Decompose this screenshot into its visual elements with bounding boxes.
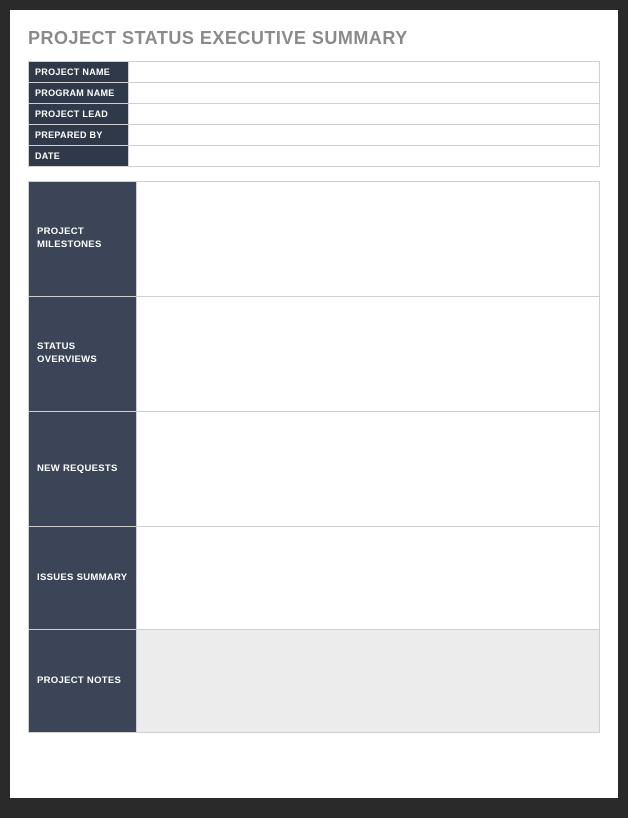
section-value-status-overviews[interactable]	[137, 297, 600, 412]
info-label: PROGRAM NAME	[29, 83, 129, 104]
section-label: NEW REQUESTS	[29, 412, 137, 527]
info-row-project-lead: PROJECT LEAD	[29, 104, 600, 125]
info-value-date[interactable]	[129, 146, 600, 167]
info-label: PROJECT LEAD	[29, 104, 129, 125]
info-row-prepared-by: PREPARED BY	[29, 125, 600, 146]
info-label: DATE	[29, 146, 129, 167]
section-label: PROJECT NOTES	[29, 630, 137, 733]
info-value-prepared-by[interactable]	[129, 125, 600, 146]
section-value-milestones[interactable]	[137, 182, 600, 297]
info-row-date: DATE	[29, 146, 600, 167]
section-value-new-requests[interactable]	[137, 412, 600, 527]
project-info-table: PROJECT NAME PROGRAM NAME PROJECT LEAD P…	[28, 61, 600, 167]
info-value-program-name[interactable]	[129, 83, 600, 104]
document-page: PROJECT STATUS EXECUTIVE SUMMARY PROJECT…	[10, 10, 618, 798]
page-title: PROJECT STATUS EXECUTIVE SUMMARY	[28, 28, 600, 49]
info-value-project-lead[interactable]	[129, 104, 600, 125]
info-row-program-name: PROGRAM NAME	[29, 83, 600, 104]
info-row-project-name: PROJECT NAME	[29, 62, 600, 83]
section-value-project-notes[interactable]	[137, 630, 600, 733]
section-label: PROJECTMILESTONES	[29, 182, 137, 297]
section-row-new-requests: NEW REQUESTS	[29, 412, 600, 527]
info-value-project-name[interactable]	[129, 62, 600, 83]
section-row-project-notes: PROJECT NOTES	[29, 630, 600, 733]
section-row-status-overviews: STATUSOVERVIEWS	[29, 297, 600, 412]
info-label: PROJECT NAME	[29, 62, 129, 83]
sections-table: PROJECTMILESTONES STATUSOVERVIEWS NEW RE…	[28, 181, 600, 733]
section-row-issues-summary: ISSUES SUMMARY	[29, 527, 600, 630]
section-value-issues-summary[interactable]	[137, 527, 600, 630]
section-label: STATUSOVERVIEWS	[29, 297, 137, 412]
section-label: ISSUES SUMMARY	[29, 527, 137, 630]
section-row-milestones: PROJECTMILESTONES	[29, 182, 600, 297]
info-label: PREPARED BY	[29, 125, 129, 146]
